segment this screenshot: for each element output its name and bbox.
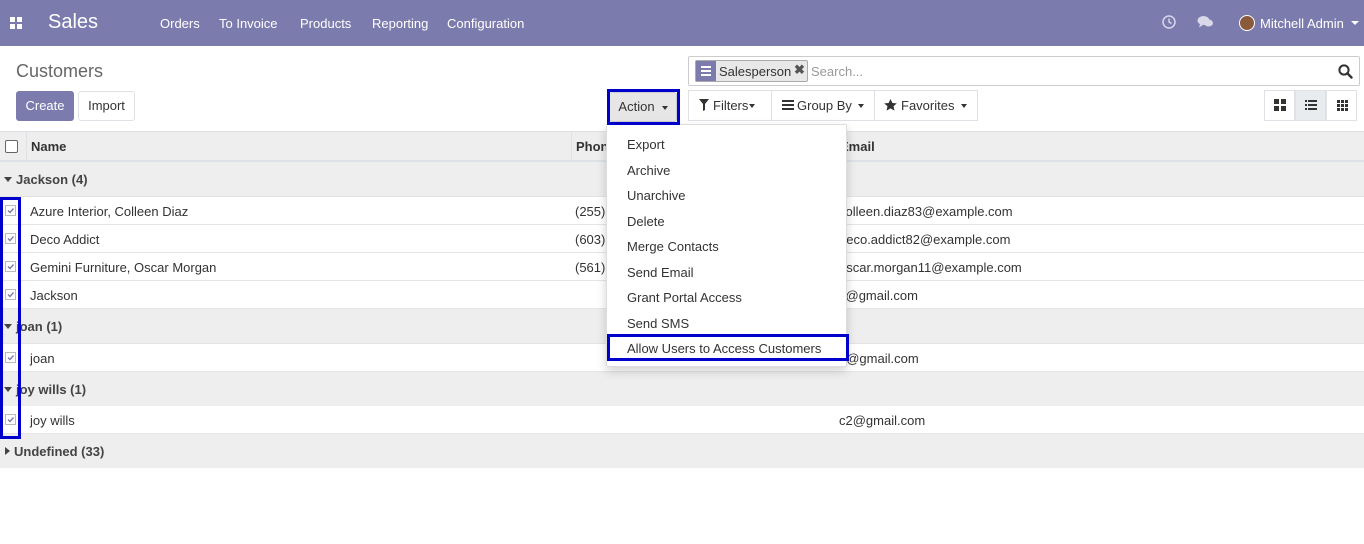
menu-item-delete[interactable]: Delete [627,214,665,229]
checkbox-checked-icon[interactable] [5,261,16,272]
favorites-label: Favorites [901,98,955,113]
list-empty-area [0,468,1364,544]
filters-button[interactable]: Filters [688,90,772,121]
cell-name: Azure Interior, Colleen Diaz [30,204,189,219]
group-row-undefined[interactable]: Undefined (33) [0,434,1364,469]
group-label: Jackson (4) [16,172,88,187]
grid-icon [1337,100,1348,111]
menu-item-allow-users-access-customers[interactable]: Allow Users to Access Customers [627,341,821,356]
group-label: joy wills (1) [16,382,87,397]
facet-remove-icon[interactable]: ✖ [794,62,805,78]
search-icon[interactable] [1338,64,1353,79]
action-dropdown-menu: Export Archive Unarchive Delete Merge Co… [606,124,847,367]
favorites-button[interactable]: Favorites [874,90,978,121]
group-label: Undefined (33) [14,444,105,459]
action-button-label: Action [618,99,655,114]
menu-products[interactable]: Products [300,16,351,31]
cell-name: joy wills [30,413,75,428]
chevron-down-icon [961,104,967,108]
cell-email: colleen.diaz83@example.com [839,204,1013,219]
menu-item-grant-portal-access[interactable]: Grant Portal Access [627,290,742,305]
checkbox-checked-icon[interactable] [5,289,16,300]
apps-icon[interactable] [10,17,22,29]
create-button[interactable]: Create [16,91,74,121]
select-all-checkbox[interactable] [5,140,18,153]
search-bar: Salesperson ✖ [688,56,1360,86]
kanban-view-button[interactable] [1264,90,1295,121]
cell-phone: (603)- [575,232,610,247]
import-button[interactable]: Import [78,91,135,121]
cell-name: Gemini Furniture, Oscar Morgan [30,260,217,275]
menu-reporting[interactable]: Reporting [372,16,428,31]
star-icon [884,99,897,111]
menu-item-archive[interactable]: Archive [627,163,670,178]
cell-name: Jackson [30,288,78,303]
app-name[interactable]: Sales [48,11,98,34]
menu-item-merge-contacts[interactable]: Merge Contacts [627,239,719,254]
user-name[interactable]: Mitchell Admin [1260,16,1344,31]
checkbox-checked-icon[interactable] [5,205,16,216]
avatar[interactable] [1239,15,1255,31]
column-divider [571,132,572,162]
caret-down-icon [4,177,12,182]
grid-view-button[interactable] [1326,90,1357,121]
caret-right-icon [5,447,10,455]
group-label: joan (1) [16,319,63,334]
group-by-button[interactable]: Group By [771,90,875,121]
group-row-joy-wills[interactable]: joy wills (1) [0,372,1364,407]
menu-orders[interactable]: Orders [160,16,200,31]
chevron-down-icon [661,105,668,110]
chevron-down-icon [858,104,864,108]
list-icon [782,100,794,110]
list-view-icon [1305,100,1317,110]
control-panel: Customers Create Import Action Salespers… [0,46,1364,132]
search-facet: Salesperson ✖ [695,60,808,82]
menu-item-send-email[interactable]: Send Email [627,265,693,280]
checkbox-checked-icon[interactable] [5,233,16,244]
cell-phone: (561)- [575,260,610,275]
filters-label: Filters [713,98,749,113]
user-menu-caret-icon[interactable] [1351,21,1359,25]
kanban-icon [1274,99,1286,111]
chevron-down-icon [749,104,755,108]
table-row[interactable]: joy wills c2@gmail.com [0,406,1364,434]
list-view-button[interactable] [1295,90,1326,121]
cell-email: 4@gmail.com [839,351,919,366]
cell-email: s@gmail.com [839,288,918,303]
cell-name: Deco Addict [30,232,100,247]
menu-to-invoice[interactable]: To Invoice [219,16,278,31]
top-navbar: Sales Orders To Invoice Products Reporti… [0,0,1364,46]
caret-down-icon [4,387,12,392]
menu-item-unarchive[interactable]: Unarchive [627,188,686,203]
column-divider [26,132,27,162]
clock-icon[interactable] [1162,15,1176,29]
menu-item-send-sms[interactable]: Send SMS [627,316,689,331]
filter-icon [699,99,709,111]
checkbox-checked-icon[interactable] [5,414,16,425]
chat-icon[interactable] [1197,15,1214,29]
cell-email: deco.addict82@example.com [839,232,1011,247]
page-title: Customers [16,61,104,81]
facet-label: Salesperson [719,64,792,79]
group-by-facet-icon [696,61,716,81]
cell-name: joan [30,351,55,366]
menu-configuration[interactable]: Configuration [447,16,524,31]
cell-email: oscar.morgan11@example.com [839,260,1022,275]
cell-email: c2@gmail.com [839,413,926,428]
checkbox-checked-icon[interactable] [5,352,16,363]
search-input[interactable] [811,61,1311,81]
action-button[interactable]: Action [609,92,677,122]
cell-phone: (255)- [575,204,610,219]
menu-item-export[interactable]: Export [627,137,665,152]
group-by-label: Group By [797,98,852,113]
caret-down-icon [4,324,12,329]
column-header-name[interactable]: Name [31,139,66,154]
